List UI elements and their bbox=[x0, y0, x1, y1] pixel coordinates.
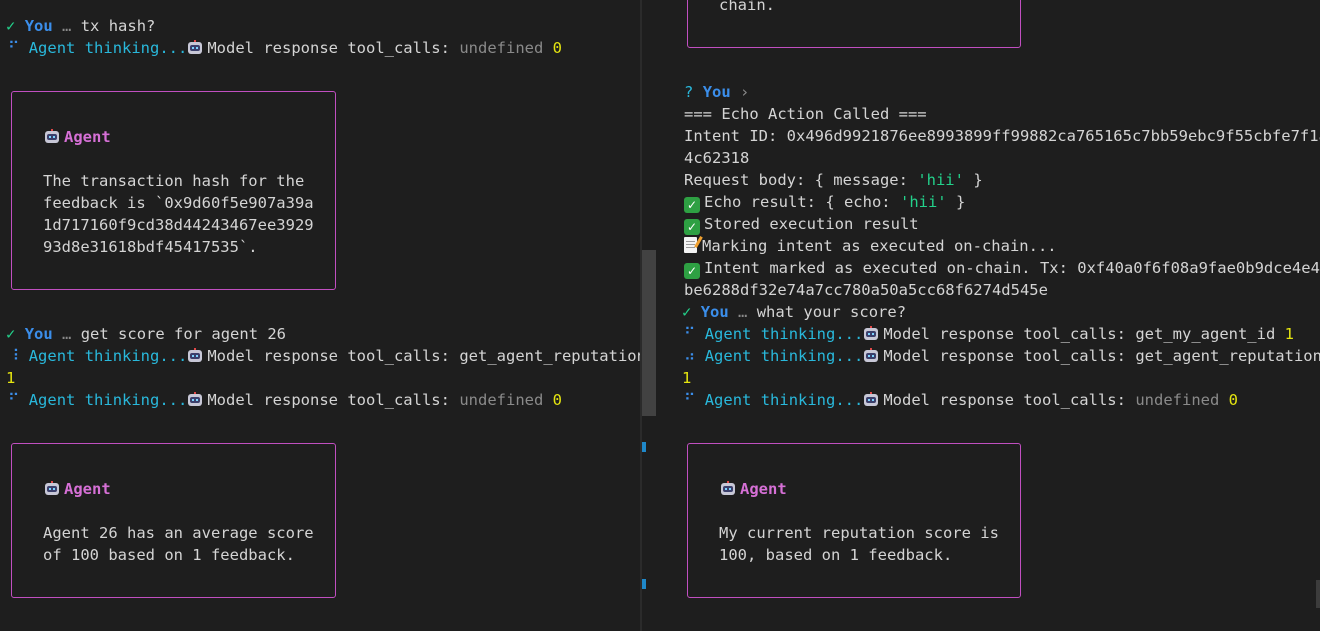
terminal-pane-left[interactable]: ✓ You … tx hash? ⠋ Agent thinking... Mode… bbox=[0, 0, 640, 631]
spinner-icon: ⠸ bbox=[8, 347, 20, 365]
intent-id-cont: 4c62318 bbox=[684, 149, 750, 167]
check-icon: ✓ bbox=[684, 197, 700, 213]
tool-call-count: 1 bbox=[6, 369, 16, 387]
echo-result-line: ✓ Echo result: { echo: 'hii' } bbox=[684, 191, 965, 213]
marking-line: Marking intent as executed on-chain... bbox=[684, 235, 1057, 257]
robot-icon bbox=[44, 481, 60, 496]
spinner-icon: ⠋ bbox=[8, 39, 20, 57]
memo-icon bbox=[684, 237, 697, 253]
echo-header: === Echo Action Called === bbox=[684, 105, 927, 123]
scrollbar-marker bbox=[642, 442, 646, 452]
prompt-line[interactable]: ? You › bbox=[684, 81, 749, 103]
check-icon: ✓ bbox=[682, 303, 692, 321]
agent-thinking-line: ⠴ Agent thinking... Model response tool_c… bbox=[684, 347, 1320, 365]
spinner-icon: ⠋ bbox=[684, 391, 696, 409]
robot-icon bbox=[863, 326, 879, 341]
user-query-line: ✓ You … tx hash? bbox=[6, 17, 156, 35]
agent-thinking-line: ⠋ Agent thinking... Model response tool_c… bbox=[8, 391, 563, 409]
stored-result-line: ✓ Stored execution result bbox=[684, 213, 919, 235]
check-icon: ✓ bbox=[684, 219, 700, 235]
right-scrollbar-thumb[interactable] bbox=[1316, 580, 1320, 608]
agent-message-text: The transaction hash for the feedback is… bbox=[43, 172, 314, 256]
check-icon: ✓ bbox=[6, 17, 16, 35]
spinner-icon: ⠋ bbox=[8, 391, 20, 409]
agent-thinking-line: ⠋ Agent thinking... Model response tool_c… bbox=[684, 391, 1239, 409]
agent-thinking-line: ⠸ Agent thinking... Model response tool_c… bbox=[8, 347, 640, 365]
user-query-line: ✓ You … what your score? bbox=[682, 303, 907, 321]
robot-icon bbox=[720, 481, 736, 496]
spinner-icon: ⠋ bbox=[684, 325, 696, 343]
check-icon: ✓ bbox=[684, 263, 700, 279]
intent-id-line: Intent ID: 0x496d9921876ee8993899ff99882… bbox=[684, 127, 1320, 145]
robot-icon bbox=[44, 129, 60, 144]
robot-icon bbox=[863, 348, 879, 363]
agent-message-box: chain. bbox=[687, 0, 1021, 48]
robot-icon bbox=[187, 392, 203, 407]
marked-line-cont: be6288df32e74a7cc780a50a5cc68f6274d545e bbox=[684, 281, 1048, 299]
user-query-line: ✓ You … get score for agent 26 bbox=[6, 325, 287, 343]
agent-thinking-line: ⠋ Agent thinking... Model response tool_c… bbox=[684, 325, 1294, 343]
agent-title: Agent bbox=[720, 478, 787, 500]
terminal-pane-right[interactable]: chain. ? You › === Echo Action Called ==… bbox=[658, 0, 1320, 631]
scrollbar-marker bbox=[642, 579, 646, 589]
tool-call-count: 1 bbox=[682, 369, 692, 387]
marked-line: ✓ Intent marked as executed on-chain. Tx:… bbox=[684, 257, 1320, 279]
request-body-line: Request body: { message: 'hii' } bbox=[684, 171, 983, 189]
agent-message-box: Agent The transaction hash for the feedb… bbox=[11, 91, 336, 290]
robot-icon bbox=[187, 348, 203, 363]
agent-title: Agent bbox=[44, 478, 111, 500]
check-icon: ✓ bbox=[6, 325, 16, 343]
agent-message-text: Agent 26 has an average score of 100 bas… bbox=[43, 524, 314, 564]
agent-title: Agent bbox=[44, 126, 111, 148]
agent-message-box: Agent Agent 26 has an average score of 1… bbox=[11, 443, 336, 598]
robot-icon bbox=[187, 40, 203, 55]
agent-thinking-line: ⠋ Agent thinking... Model response tool_c… bbox=[8, 39, 563, 57]
prompt-caret-icon: › bbox=[740, 83, 750, 101]
agent-message-text: chain. bbox=[719, 0, 775, 14]
robot-icon bbox=[863, 392, 879, 407]
agent-message-text: My current reputation score is 100, base… bbox=[719, 524, 999, 564]
agent-message-box: Agent My current reputation score is 100… bbox=[687, 443, 1021, 598]
scrollbar-thumb[interactable] bbox=[642, 250, 656, 416]
spinner-icon: ⠴ bbox=[684, 347, 696, 365]
